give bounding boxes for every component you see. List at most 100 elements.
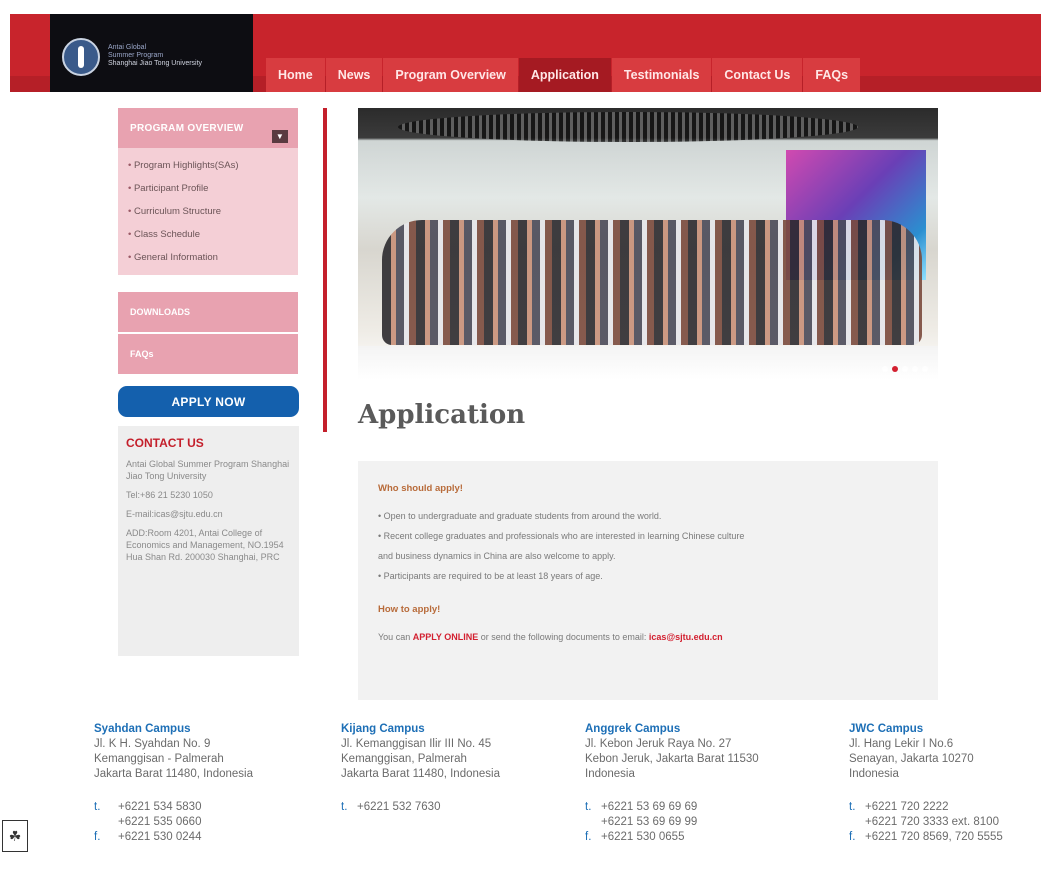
nav-program-overview[interactable]: Program Overview (383, 58, 518, 92)
how-to-apply-heading: How to apply! (378, 604, 441, 615)
campus-phones: t. +6221 720 2222 +6221 720 3333 ext. 810… (849, 800, 1049, 845)
logo-text: Antai Global Summer Program Shanghai Jia… (108, 44, 248, 68)
who-item-2: Recent college graduates and professiona… (378, 526, 918, 546)
main-nav: Home News Program Overview Application T… (266, 58, 861, 92)
slider-dots (882, 366, 928, 372)
campus-name: JWC Campus (849, 723, 924, 735)
fax-number: +6221 720 8569, 720 5555 (865, 831, 1003, 843)
nav-home[interactable]: Home (266, 58, 325, 92)
fax-label: f. (94, 831, 101, 843)
page-title: Application (358, 400, 526, 430)
campus-phones: t. +6221 532 7630 (341, 800, 571, 815)
sidebar-program-overview-header[interactable]: PROGRAM OVERVIEW ▼ (118, 108, 298, 148)
campus-name: Syahdan Campus (94, 723, 191, 735)
campus-name: Kijang Campus (341, 723, 425, 735)
sidebar-downloads[interactable]: DOWNLOADS (118, 292, 298, 332)
campus-address-line: Indonesia (585, 768, 635, 780)
nav-application[interactable]: Application (518, 58, 611, 92)
campus-anggrek: Anggrek Campus Jl. Kebon Jeruk Raya No. … (585, 722, 815, 845)
campus-address-line: Jakarta Barat 11480, Indonesia (94, 768, 253, 780)
fax-label: f. (849, 831, 856, 843)
how-to-apply-text: You can APPLY ONLINE or send the followi… (378, 627, 918, 647)
campus-address-line: Jakarta Barat 11480, Indonesia (341, 768, 500, 780)
fax-label: f. (585, 831, 592, 843)
contact-org: Antai Global Summer Program Shanghai Jia… (126, 459, 290, 481)
campus-address-line: Indonesia (849, 768, 899, 780)
nav-faqs[interactable]: FAQs (803, 58, 861, 92)
apply-online-link[interactable]: APPLY ONLINE (413, 632, 479, 642)
slider-dot-1[interactable] (882, 366, 888, 372)
slider-dot-3[interactable] (902, 366, 908, 372)
campus-address-line: Jl. Hang Lekir I No.6 (849, 738, 954, 750)
phone-label: t. (341, 801, 348, 813)
sidebar-item-curriculum-structure[interactable]: Curriculum Structure (128, 200, 298, 223)
apply-now-button[interactable]: APPLY NOW (118, 386, 299, 417)
who-should-apply-list: Open to undergraduate and graduate stude… (378, 506, 918, 586)
who-should-apply-heading: Who should apply! (378, 483, 463, 494)
phone-number: +6221 535 0660 (118, 816, 202, 828)
campus-address-line: Kemanggisan - Palmerah (94, 753, 224, 765)
nav-contact-us[interactable]: Contact Us (712, 58, 803, 92)
certification-seal-icon: ☘ (2, 820, 28, 852)
chevron-down-icon[interactable]: ▼ (272, 130, 288, 143)
logo-line-1: Antai Global (108, 44, 147, 51)
phone-number: +6221 532 7630 (357, 801, 441, 813)
sidebar-program-overview: PROGRAM OVERVIEW ▼ Program Highlights(SA… (118, 108, 298, 275)
contact-box: CONTACT US Antai Global Summer Program S… (118, 426, 299, 656)
phone-label: t. (585, 801, 592, 813)
phone-number: +6221 53 69 69 99 (601, 816, 698, 828)
phone-label: t. (94, 801, 101, 813)
slider-dot-2[interactable] (892, 366, 898, 372)
photo-floor (358, 346, 938, 380)
nav-news[interactable]: News (325, 58, 383, 92)
campus-address-line: Jl. K H. Syahdan No. 9 (94, 738, 211, 750)
slider-dot-5[interactable] (922, 366, 928, 372)
phone-label (849, 815, 865, 830)
phone-label (94, 815, 110, 830)
nav-testimonials[interactable]: Testimonials (611, 58, 712, 92)
photo-ceiling (398, 112, 858, 142)
slider-dot-4[interactable] (912, 366, 918, 372)
sidebar-faqs[interactable]: FAQs (118, 334, 298, 374)
campus-address-line: Jl. Kebon Jeruk Raya No. 27 (585, 738, 732, 750)
who-item-4: Participants are required to be at least… (378, 566, 918, 586)
contact-title: CONTACT US (126, 436, 204, 450)
phone-number: +6221 720 3333 ext. 8100 (865, 816, 999, 828)
sidebar-item-participant-profile[interactable]: Participant Profile (128, 177, 298, 200)
phone-number: +6221 534 5830 (118, 801, 202, 813)
site-header: Antai Global Summer Program Shanghai Jia… (10, 14, 1041, 92)
sidebar-divider (323, 108, 327, 432)
campus-phones: t. +6221 53 69 69 69 +6221 53 69 69 99 f.… (585, 800, 815, 845)
campus-jwc: JWC Campus Jl. Hang Lekir I No.6 Senayan… (849, 722, 1049, 845)
hero-photo (358, 108, 938, 380)
logo-line-2: Summer Program (108, 52, 164, 59)
sidebar-item-program-highlights[interactable]: Program Highlights(SAs) (128, 154, 298, 177)
how-middle: or send the following documents to email… (480, 632, 647, 642)
contact-address: ADD:Room 4201, Antai College of Economic… (126, 528, 284, 562)
fax-number: +6221 530 0655 (601, 831, 685, 843)
phone-number: +6221 720 2222 (865, 801, 949, 813)
email-link[interactable]: icas@sjtu.edu.cn (649, 632, 723, 642)
who-item-3: and business dynamics in China are also … (378, 551, 616, 561)
sidebar-list: Program Highlights(SAs) Participant Prof… (118, 148, 298, 275)
sidebar-item-class-schedule[interactable]: Class Schedule (128, 223, 298, 246)
who-item-1: Open to undergraduate and graduate stude… (378, 506, 918, 526)
phone-label: t. (849, 801, 856, 813)
site-logo[interactable]: Antai Global Summer Program Shanghai Jia… (50, 14, 253, 92)
campus-phones: t. +6221 534 5830 +6221 535 0660 f. +6221 … (94, 800, 324, 845)
phone-number: +6221 53 69 69 69 (601, 801, 698, 813)
how-prefix: You can (378, 632, 411, 642)
campus-address-line: Jl. Kemanggisan Ilir III No. 45 (341, 738, 492, 750)
sidebar-program-overview-label: PROGRAM OVERVIEW (130, 122, 244, 134)
campus-kijang: Kijang Campus Jl. Kemanggisan Ilir III N… (341, 722, 571, 815)
phone-label (585, 815, 601, 830)
photo-group (382, 220, 922, 345)
application-info-box: Who should apply! Open to undergraduate … (358, 461, 938, 700)
campus-syahdan: Syahdan Campus Jl. K H. Syahdan No. 9 Ke… (94, 722, 324, 845)
contact-email[interactable]: E-mail:icas@sjtu.edu.cn (126, 508, 291, 520)
sidebar-item-general-information[interactable]: General Information (128, 246, 298, 269)
campus-name: Anggrek Campus (585, 723, 681, 735)
campus-address-line: Senayan, Jakarta 10270 (849, 753, 974, 765)
fax-number: +6221 530 0244 (118, 831, 202, 843)
logo-line-3: Shanghai Jiao Tong University (108, 60, 203, 67)
